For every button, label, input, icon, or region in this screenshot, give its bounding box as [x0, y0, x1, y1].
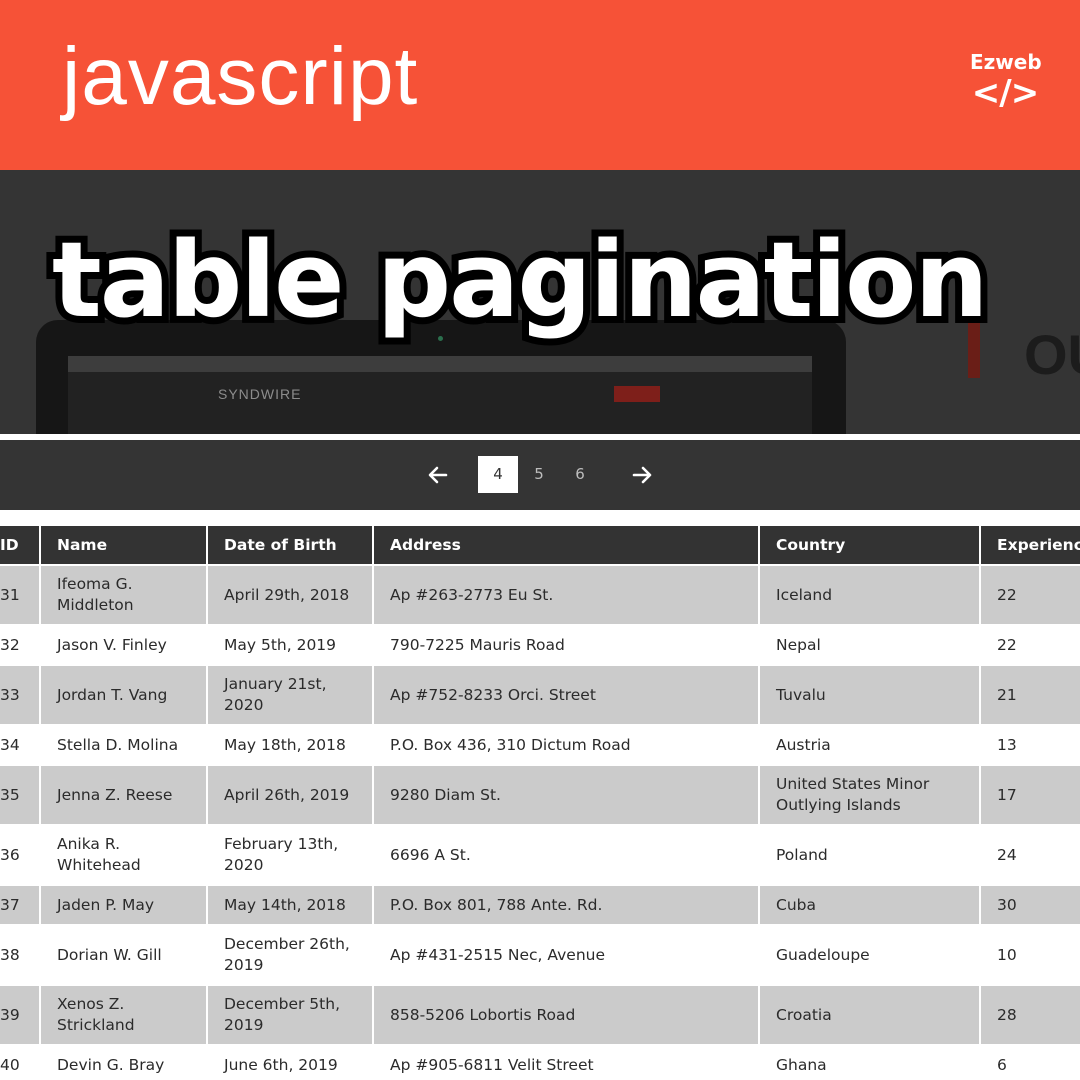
cell-id: 38 [0, 926, 41, 986]
table-row: 35 Jenna Z. Reese April 26th, 2019 9280 … [0, 766, 1080, 826]
cell-address: Ap #263-2773 Eu St. [374, 566, 760, 626]
cell-address: Ap #905-6811 Velit Street [374, 1046, 760, 1080]
column-header-country[interactable]: Country [760, 526, 981, 566]
data-table: ID Name Date of Birth Address Country Ex… [0, 526, 1080, 1080]
laptop-screen: SYNDWIRE [68, 356, 812, 434]
thumbnail-banner: SYNDWIRE OU table pagination [0, 170, 1080, 434]
cell-id: 37 [0, 886, 41, 926]
cell-dob: April 26th, 2019 [208, 766, 374, 826]
cell-country: Cuba [760, 886, 981, 926]
cell-experience: 22 [981, 626, 1080, 666]
cell-address: 6696 A St. [374, 826, 760, 886]
cell-dob: June 6th, 2019 [208, 1046, 374, 1080]
cell-id: 40 [0, 1046, 41, 1080]
cell-dob: April 29th, 2018 [208, 566, 374, 626]
cell-address: 9280 Diam St. [374, 766, 760, 826]
cell-experience: 21 [981, 666, 1080, 726]
cell-address: P.O. Box 801, 788 Ante. Rd. [374, 886, 760, 926]
cell-name: Ifeoma G. Middleton [41, 566, 208, 626]
cell-address: Ap #431-2515 Nec, Avenue [374, 926, 760, 986]
cell-dob: May 18th, 2018 [208, 726, 374, 766]
banner-title: table pagination [45, 219, 996, 341]
cell-id: 35 [0, 766, 41, 826]
page-button-6[interactable]: 6 [560, 456, 600, 493]
cell-id: 33 [0, 666, 41, 726]
table-header-row: ID Name Date of Birth Address Country Ex… [0, 526, 1080, 566]
page-header: javascript Ezweb </> [0, 0, 1080, 170]
cell-experience: 17 [981, 766, 1080, 826]
cell-address: 790-7225 Mauris Road [374, 626, 760, 666]
cell-country: Iceland [760, 566, 981, 626]
cell-experience: 28 [981, 986, 1080, 1046]
cell-name: Jaden P. May [41, 886, 208, 926]
cell-country: Poland [760, 826, 981, 886]
thumbnail-logo: SYNDWIRE [218, 386, 302, 402]
cell-name: Jason V. Finley [41, 626, 208, 666]
cell-country: Nepal [760, 626, 981, 666]
cell-country: Tuvalu [760, 666, 981, 726]
table-row: 32 Jason V. Finley May 5th, 2019 790-722… [0, 626, 1080, 666]
code-icon: </> [971, 73, 1039, 113]
table-row: 36 Anika R. Whitehead February 13th, 202… [0, 826, 1080, 886]
cell-name: Jenna Z. Reese [41, 766, 208, 826]
column-header-address[interactable]: Address [374, 526, 760, 566]
cell-experience: 6 [981, 1046, 1080, 1080]
cell-address: Ap #752-8233 Orci. Street [374, 666, 760, 726]
cell-address: 858-5206 Lobortis Road [374, 986, 760, 1046]
cell-name: Devin G. Bray [41, 1046, 208, 1080]
pagination-bar: 4 5 6 [0, 440, 1080, 510]
cell-id: 31 [0, 566, 41, 626]
cell-id: 36 [0, 826, 41, 886]
cell-country: Croatia [760, 986, 981, 1046]
column-header-experience[interactable]: Experience [981, 526, 1080, 566]
cell-id: 34 [0, 726, 41, 766]
cell-country: Ghana [760, 1046, 981, 1080]
cell-name: Anika R. Whitehead [41, 826, 208, 886]
cell-dob: February 13th, 2020 [208, 826, 374, 886]
page-button-5[interactable]: 5 [519, 456, 559, 493]
browser-bar [68, 356, 812, 372]
brand-name: Ezweb [970, 50, 1042, 74]
brand-logo: Ezweb </> [970, 50, 1042, 113]
table-row: 34 Stella D. Molina May 18th, 2018 P.O. … [0, 726, 1080, 766]
cell-address: P.O. Box 436, 310 Dictum Road [374, 726, 760, 766]
cell-country: Guadeloupe [760, 926, 981, 986]
background-text: OU [1024, 323, 1080, 386]
arrow-left-icon[interactable] [426, 463, 450, 487]
cell-experience: 24 [981, 826, 1080, 886]
table-row: 39 Xenos Z. Strickland December 5th, 201… [0, 986, 1080, 1046]
cell-experience: 13 [981, 726, 1080, 766]
thumbnail-button [614, 386, 660, 402]
cell-id: 39 [0, 986, 41, 1046]
cell-name: Stella D. Molina [41, 726, 208, 766]
table-row: 40 Devin G. Bray June 6th, 2019 Ap #905-… [0, 1046, 1080, 1080]
cell-experience: 22 [981, 566, 1080, 626]
cell-country: Austria [760, 726, 981, 766]
cell-experience: 30 [981, 886, 1080, 926]
table-row: 31 Ifeoma G. Middleton April 29th, 2018 … [0, 566, 1080, 626]
cell-name: Jordan T. Vang [41, 666, 208, 726]
cell-dob: May 14th, 2018 [208, 886, 374, 926]
cell-name: Xenos Z. Strickland [41, 986, 208, 1046]
cell-name: Dorian W. Gill [41, 926, 208, 986]
cell-dob: December 26th, 2019 [208, 926, 374, 986]
cell-dob: May 5th, 2019 [208, 626, 374, 666]
column-header-id[interactable]: ID [0, 526, 41, 566]
arrow-right-icon[interactable] [630, 463, 654, 487]
cell-experience: 10 [981, 926, 1080, 986]
column-header-dob[interactable]: Date of Birth [208, 526, 374, 566]
cell-dob: December 5th, 2019 [208, 986, 374, 1046]
table-row: 38 Dorian W. Gill December 26th, 2019 Ap… [0, 926, 1080, 986]
cell-id: 32 [0, 626, 41, 666]
column-header-name[interactable]: Name [41, 526, 208, 566]
table-row: 37 Jaden P. May May 14th, 2018 P.O. Box … [0, 886, 1080, 926]
page-button-4[interactable]: 4 [478, 456, 518, 493]
cell-country: United States Minor Outlying Islands [760, 766, 981, 826]
header-title: javascript [62, 31, 419, 122]
cell-dob: January 21st, 2020 [208, 666, 374, 726]
table-row: 33 Jordan T. Vang January 21st, 2020 Ap … [0, 666, 1080, 726]
